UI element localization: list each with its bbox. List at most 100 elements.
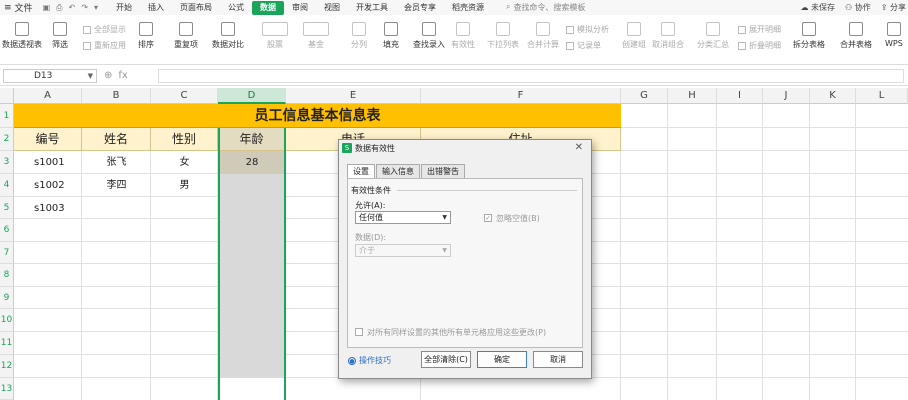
column-header-h[interactable]: H [668,88,717,104]
ribbon-tab[interactable]: 稻壳资源 [444,1,492,15]
name-box[interactable]: D13 ▼ [3,69,97,83]
ungroup-button[interactable]: 取消组合 [652,22,684,50]
data-compare-button[interactable]: 数据对比 [212,22,244,50]
ribbon-tab[interactable]: 页面布局 [172,1,220,15]
save-icon[interactable]: ▣ [43,3,51,13]
ribbon-tab[interactable]: 审阅 [284,1,316,15]
column-header-g[interactable]: G [621,88,668,104]
fill-button[interactable]: 填充 [383,22,399,50]
cancel-button[interactable]: 取消 [533,351,583,368]
redo-icon[interactable]: ↷ [81,3,88,13]
fund-button[interactable]: 基金 [303,22,329,50]
column-header-b[interactable]: B [82,88,151,104]
dialog-titlebar[interactable]: S 数据有效性 [339,140,591,156]
column-header-i[interactable]: I [717,88,763,104]
simulate-analysis-button[interactable]: 模拟分析 [566,24,609,35]
table-cell[interactable]: 张飞 [82,151,151,174]
duplicates-button[interactable]: 重复项 [174,22,198,50]
dropdown-list-button[interactable]: 下拉列表 [487,22,519,50]
table-cell[interactable] [151,197,218,220]
ribbon-tab[interactable]: 公式 [220,1,252,15]
row-header-8[interactable]: 8 [0,264,14,287]
column-header-d[interactable]: D [218,88,286,104]
data-select[interactable]: 介于 ▼ [355,244,451,257]
row-header-9[interactable]: 9 [0,287,14,309]
tips-link[interactable]: ● 操作技巧 [348,355,391,366]
pivot-table-button[interactable]: 数据透视表 [2,22,42,50]
undo-icon[interactable]: ↶ [69,3,76,13]
lookup-entry-button[interactable]: 查找录入 [413,22,445,50]
print-icon[interactable]: ⎙ [56,3,62,13]
column-header-l[interactable]: L [856,88,908,104]
ribbon-tab[interactable]: 数据 [251,0,284,15]
record-form-button[interactable]: 记录单 [566,40,601,51]
reapply-button[interactable]: 重新应用 [83,40,126,51]
wps-more-button[interactable]: WPS [885,22,903,48]
row-header-2[interactable]: 2 [0,128,14,151]
tab-error-alert[interactable]: 出错警告 [421,164,465,178]
merge-table-button[interactable]: 合并表格 [840,22,872,50]
table-cell[interactable] [82,197,151,220]
collapse-detail-button[interactable]: 折叠明细 [738,40,781,51]
row-header-6[interactable]: 6 [0,219,14,242]
column-header-k[interactable]: K [810,88,856,104]
row-header-12[interactable]: 12 [0,355,14,378]
collab-button[interactable]: ⚇ 协作 [845,0,871,15]
tab-settings[interactable]: 设置 [347,164,375,179]
more-icon[interactable]: ▾ [94,3,98,13]
show-all-button[interactable]: 全部显示 [83,24,126,35]
row-header-4[interactable]: 4 [0,174,14,197]
table-cell[interactable]: s1001 [14,151,82,174]
tab-input-message[interactable]: 输入信息 [376,164,420,178]
consolidate-button[interactable]: 合并计算 [527,22,559,50]
sort-button[interactable]: 排序 [138,22,154,50]
close-icon[interactable]: ✕ [575,142,583,153]
ribbon-tab[interactable]: 开发工具 [348,1,396,15]
ribbon-tab[interactable]: 开始 [108,1,140,15]
zoom-icon[interactable]: ⊕ [104,69,112,83]
select-all-corner[interactable] [0,88,14,104]
table-cell[interactable]: 男 [151,174,218,197]
row-header-10[interactable]: 10 [0,309,14,332]
table-cell[interactable]: 李四 [82,174,151,197]
filter-button[interactable]: 筛选 [52,22,68,50]
table-cell[interactable]: s1002 [14,174,82,197]
ribbon-tab[interactable]: 会员专享 [396,1,444,15]
ignore-blank-checkbox[interactable]: ✓ [484,214,492,222]
table-header-cell[interactable]: 性别 [151,128,218,151]
row-header-7[interactable]: 7 [0,242,14,264]
column-header-f[interactable]: F [421,88,621,104]
row-header-13[interactable]: 13 [0,378,14,400]
sheet-title-cell[interactable]: 员工信息基本信息表 [14,104,621,128]
ribbon-tab[interactable]: 插入 [140,1,172,15]
column-header-j[interactable]: J [763,88,810,104]
command-search[interactable]: ⌕ 查找命令、搜索模板 [506,2,585,13]
row-header-1[interactable]: 1 [0,104,14,128]
create-group-button[interactable]: 创建组 [622,22,646,50]
fx-icon[interactable]: fx [118,69,127,83]
table-header-cell[interactable]: 姓名 [82,128,151,151]
row-header-5[interactable]: 5 [0,197,14,219]
split-table-button[interactable]: 拆分表格 [793,22,825,50]
column-header-e[interactable]: E [286,88,421,104]
column-header-c[interactable]: C [151,88,218,104]
file-menu[interactable]: ≡ 文件 [0,1,37,15]
allow-select[interactable]: 任何值 ▼ [355,211,451,224]
table-header-cell[interactable]: 编号 [14,128,82,151]
expand-detail-button[interactable]: 展开明细 [738,24,781,35]
ribbon-tab[interactable]: 视图 [316,1,348,15]
table-cell[interactable]: 女 [151,151,218,174]
share-button[interactable]: ⇪ 分享 [881,0,906,15]
column-header-a[interactable]: A [14,88,82,104]
unsaved-status[interactable]: ☁ 未保存 [800,0,835,15]
ok-button[interactable]: 确定 [477,351,527,368]
clear-all-button[interactable]: 全部清除(C) [421,351,471,368]
row-header-3[interactable]: 3 [0,151,14,174]
validity-button[interactable]: 有效性 [451,22,475,50]
stock-button[interactable]: 股票 [262,22,288,50]
subtotal-button[interactable]: 分类汇总 [697,22,729,50]
table-cell[interactable]: s1003 [14,197,82,220]
formula-input[interactable] [158,69,904,83]
row-header-11[interactable]: 11 [0,332,14,355]
split-column-button[interactable]: 分列 [351,22,367,50]
